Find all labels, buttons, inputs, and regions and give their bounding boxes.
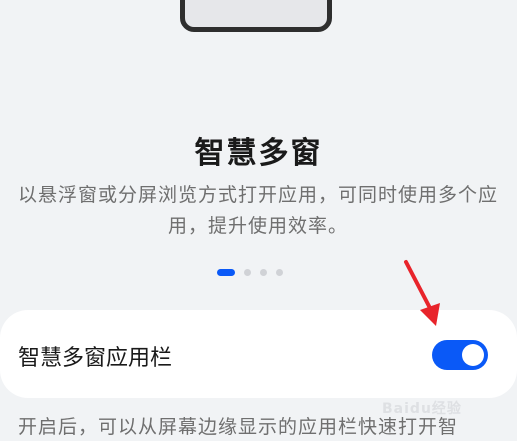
baidu-watermark: Baidu经验: [382, 401, 462, 417]
page-dot: [244, 269, 251, 276]
feature-description: 以悬浮窗或分屏浏览方式打开应用，可同时使用多个应用，提升使用效率。: [18, 184, 499, 237]
phone-illustration: [180, 0, 332, 32]
toggle-knob: [462, 344, 484, 366]
setting-label: 智慧多窗应用栏: [18, 346, 173, 371]
feature-title: 智慧多窗: [194, 136, 323, 171]
page-dot-active: [217, 269, 235, 276]
page-dot: [260, 269, 267, 276]
page-indicator: [217, 269, 283, 276]
page-dot: [276, 269, 283, 276]
red-arrow-icon: [404, 260, 440, 326]
smart-multiwindow-toggle[interactable]: [432, 340, 488, 370]
